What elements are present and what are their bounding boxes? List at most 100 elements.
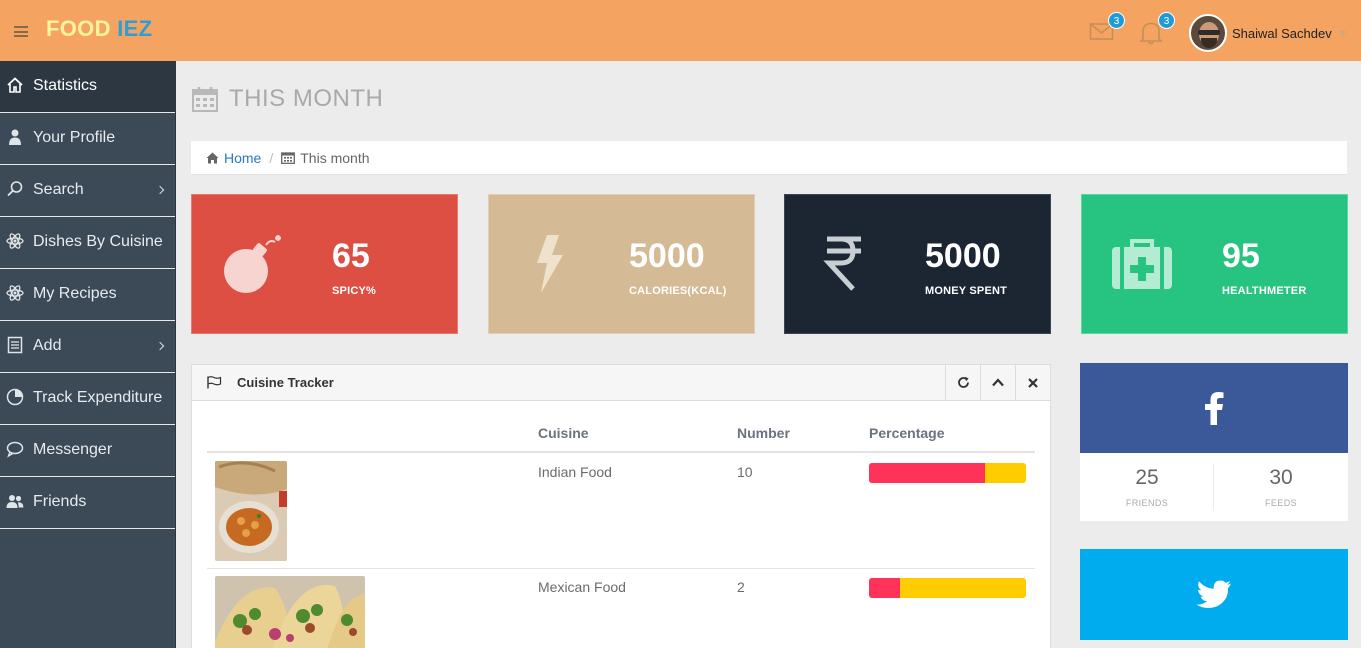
facebook-icon <box>1205 392 1224 425</box>
atom-icon <box>6 233 24 249</box>
panel-header: Cuisine Tracker <box>192 365 1050 401</box>
cuisine-tracker-panel: Cuisine Tracker Cuisine Number Percentag… <box>191 364 1051 648</box>
friends-count: 25 <box>1135 466 1159 489</box>
notification-count-badge: 3 <box>1158 12 1175 29</box>
avatar <box>1189 14 1227 52</box>
collapse-button[interactable] <box>980 365 1015 400</box>
top-header: FOOD IEZ 3 3 Shaiwal Sachdev <box>0 0 1361 61</box>
stat-healthmeter: 95 HEALTHMETER <box>1081 194 1348 334</box>
rupee-icon <box>823 236 861 291</box>
sidebar-item-label: Statistics <box>33 77 98 94</box>
sidebar-item-friends[interactable]: Friends <box>0 477 175 529</box>
menu-toggle-icon[interactable] <box>14 26 28 37</box>
mail-button[interactable]: 3 <box>1089 12 1125 44</box>
percentage-bar <box>869 463 1026 483</box>
close-button[interactable] <box>1015 365 1050 400</box>
cuisine-number: 2 <box>737 579 745 595</box>
search-icon <box>7 181 23 197</box>
brand-logo[interactable]: FOOD IEZ <box>46 16 152 42</box>
atom-icon <box>6 285 24 301</box>
notifications-button[interactable]: 3 <box>1139 12 1175 45</box>
sidebar: Statistics Your Profile Search Dishes By… <box>0 61 176 648</box>
facebook-friends-stat: 25 FRIENDS <box>1080 466 1214 508</box>
sidebar-item-track-expenditure[interactable]: Track Expenditure <box>0 373 175 425</box>
user-name: Shaiwal Sachdev <box>1232 25 1332 41</box>
calendar-icon <box>281 152 296 164</box>
sidebar-item-profile[interactable]: Your Profile <box>0 113 175 165</box>
close-icon <box>1028 377 1038 388</box>
twitter-button[interactable] <box>1080 549 1348 640</box>
user-menu[interactable]: Shaiwal Sachdev <box>1189 14 1347 52</box>
friends-label: FRIENDS <box>1125 498 1169 508</box>
sidebar-item-my-recipes[interactable]: My Recipes <box>0 269 175 321</box>
table-row: Mexican Food 2 <box>207 569 1035 648</box>
home-icon <box>206 152 219 163</box>
calendar-icon <box>192 87 218 112</box>
chevron-down-icon <box>1338 30 1347 36</box>
chevron-up-icon <box>992 378 1004 387</box>
sidebar-item-label: Dishes By Cuisine <box>33 233 163 250</box>
feeds-count: 30 <box>1269 466 1293 489</box>
chat-icon <box>6 441 24 458</box>
stat-money-spent: 5000 MONEY SPENT <box>784 194 1051 334</box>
sidebar-item-messenger[interactable]: Messenger <box>0 425 175 477</box>
mail-count-badge: 3 <box>1108 12 1125 29</box>
list-icon <box>7 336 23 354</box>
percentage-bar-fill <box>869 463 986 483</box>
stat-value: 65 <box>332 237 370 275</box>
breadcrumb-home-link[interactable]: Home <box>224 150 261 166</box>
facebook-button[interactable] <box>1080 363 1348 453</box>
panel-title: Cuisine Tracker <box>237 375 334 390</box>
brand-part2: IEZ <box>117 16 153 41</box>
table-header: Cuisine Number Percentage <box>207 425 1035 453</box>
refresh-icon <box>957 376 969 388</box>
stat-label: HEALTHMETER <box>1222 285 1307 297</box>
users-icon <box>6 495 24 508</box>
sidebar-item-label: Friends <box>33 493 87 510</box>
breadcrumb: Home / This month <box>191 141 1347 175</box>
sidebar-item-search[interactable]: Search <box>0 165 175 217</box>
chevron-right-icon <box>155 341 165 351</box>
lightning-icon <box>537 235 563 293</box>
stat-calories: 5000 CALORIES(KCAL) <box>488 194 755 334</box>
percentage-bar <box>869 578 1026 598</box>
stat-value: 5000 <box>629 237 705 275</box>
sidebar-item-statistics[interactable]: Statistics <box>0 61 175 113</box>
user-icon <box>9 129 21 145</box>
stat-label: CALORIES(KCAL) <box>629 285 727 297</box>
cuisine-name: Indian Food <box>538 464 612 480</box>
stat-label: SPICY% <box>332 285 376 297</box>
sidebar-item-label: Messenger <box>33 441 113 458</box>
column-header: Cuisine <box>538 425 589 441</box>
medkit-icon <box>1112 239 1172 289</box>
breadcrumb-current: This month <box>300 149 370 166</box>
cuisine-name: Mexican Food <box>538 579 626 595</box>
feeds-label: FEEDS <box>1264 498 1297 508</box>
sidebar-item-label: Track Expenditure <box>33 389 163 406</box>
sidebar-item-label: Add <box>33 337 62 354</box>
sidebar-item-dishes-by-cuisine[interactable]: Dishes By Cuisine <box>0 217 175 269</box>
home-icon <box>7 77 23 93</box>
page-title-text: THIS MONTH <box>229 85 384 112</box>
percentage-bar-fill <box>869 578 901 598</box>
page-title: THIS MONTH <box>191 84 383 114</box>
column-header: Number <box>737 425 790 441</box>
column-header: Percentage <box>869 425 945 441</box>
stat-label: MONEY SPENT <box>925 285 1008 297</box>
table-row: Indian Food 10 <box>207 454 1035 569</box>
facebook-feeds-stat: 30 FEEDS <box>1214 466 1348 508</box>
bomb-icon <box>224 235 281 293</box>
chevron-right-icon <box>155 185 165 195</box>
facebook-card: 25 FRIENDS 30 FEEDS <box>1080 363 1348 521</box>
sidebar-item-label: Your Profile <box>33 129 116 146</box>
stat-value: 95 <box>1222 237 1260 275</box>
brand-part1: FOOD <box>46 16 111 41</box>
stat-spicy: 65 SPICY% <box>191 194 458 334</box>
flag-icon <box>207 376 222 389</box>
breadcrumb-separator: / <box>269 149 274 166</box>
indian-food-image <box>215 461 287 561</box>
sidebar-item-add[interactable]: Add <box>0 321 175 373</box>
cuisine-number: 10 <box>737 464 753 480</box>
mexican-food-image <box>215 576 365 648</box>
refresh-button[interactable] <box>945 365 980 400</box>
